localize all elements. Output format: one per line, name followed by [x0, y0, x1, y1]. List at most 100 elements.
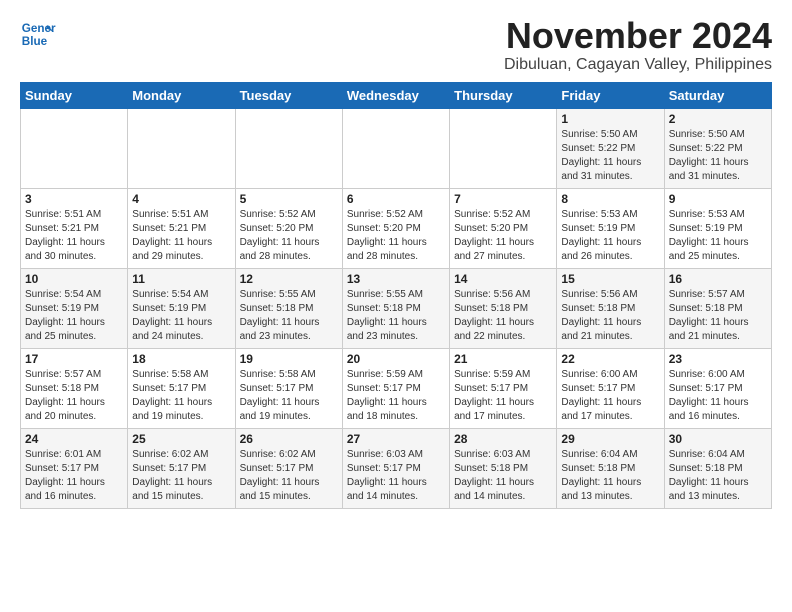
calendar-cell: [235, 108, 342, 188]
title-block: November 2024 Dibuluan, Cagayan Valley, …: [504, 16, 772, 74]
calendar-cell: [450, 108, 557, 188]
calendar-cell: 11 Sunrise: 5:54 AM Sunset: 5:19 PM Dayli…: [128, 268, 235, 348]
day-number: 30: [669, 432, 767, 446]
day-number: 4: [132, 192, 230, 206]
calendar-header-row: SundayMondayTuesdayWednesdayThursdayFrid…: [21, 82, 772, 108]
calendar-cell: 6 Sunrise: 5:52 AM Sunset: 5:20 PM Daylig…: [342, 188, 449, 268]
day-number: 9: [669, 192, 767, 206]
month-title: November 2024: [504, 16, 772, 56]
day-info: Sunrise: 6:04 AM Sunset: 5:18 PM Dayligh…: [669, 448, 767, 504]
day-info: Sunrise: 6:04 AM Sunset: 5:18 PM Dayligh…: [561, 448, 659, 504]
day-number: 19: [240, 352, 338, 366]
calendar-cell: 30 Sunrise: 6:04 AM Sunset: 5:18 PM Dayli…: [664, 428, 771, 508]
day-info: Sunrise: 5:50 AM Sunset: 5:22 PM Dayligh…: [669, 128, 767, 184]
day-number: 11: [132, 272, 230, 286]
calendar-cell: 9 Sunrise: 5:53 AM Sunset: 5:19 PM Daylig…: [664, 188, 771, 268]
calendar-cell: 27Sunrise: 6:03 AM Sunset: 5:17 PM Dayli…: [342, 428, 449, 508]
day-info: Sunrise: 6:01 AM Sunset: 5:17 PM Dayligh…: [25, 448, 123, 504]
weekday-header-wednesday: Wednesday: [342, 82, 449, 108]
day-info: Sunrise: 5:58 AM Sunset: 5:17 PM Dayligh…: [240, 368, 338, 424]
day-info: Sunrise: 5:53 AM Sunset: 5:19 PM Dayligh…: [669, 208, 767, 264]
day-number: 29: [561, 432, 659, 446]
day-number: 22: [561, 352, 659, 366]
calendar-week-3: 10 Sunrise: 5:54 AM Sunset: 5:19 PM Dayli…: [21, 268, 772, 348]
calendar-cell: 21 Sunrise: 5:59 AM Sunset: 5:17 PM Dayli…: [450, 348, 557, 428]
calendar-cell: [21, 108, 128, 188]
calendar-cell: 19 Sunrise: 5:58 AM Sunset: 5:17 PM Dayli…: [235, 348, 342, 428]
day-info: Sunrise: 5:50 AM Sunset: 5:22 PM Dayligh…: [561, 128, 659, 184]
calendar-week-1: 1 Sunrise: 5:50 AM Sunset: 5:22 PM Daylig…: [21, 108, 772, 188]
weekday-header-friday: Friday: [557, 82, 664, 108]
weekday-header-tuesday: Tuesday: [235, 82, 342, 108]
day-info: Sunrise: 5:55 AM Sunset: 5:18 PM Dayligh…: [347, 288, 445, 344]
logo-icon: General Blue: [20, 16, 56, 52]
calendar-cell: 15 Sunrise: 5:56 AM Sunset: 5:18 PM Dayli…: [557, 268, 664, 348]
day-number: 25: [132, 432, 230, 446]
calendar-cell: 17 Sunrise: 5:57 AM Sunset: 5:18 PM Dayli…: [21, 348, 128, 428]
calendar-cell: 24 Sunrise: 6:01 AM Sunset: 5:17 PM Dayli…: [21, 428, 128, 508]
day-info: Sunrise: 6:03 AM Sunset: 5:17 PM Dayligh…: [347, 448, 445, 504]
calendar-cell: 3 Sunrise: 5:51 AM Sunset: 5:21 PM Daylig…: [21, 188, 128, 268]
calendar-cell: 16Sunrise: 5:57 AM Sunset: 5:18 PM Dayli…: [664, 268, 771, 348]
calendar-cell: 10 Sunrise: 5:54 AM Sunset: 5:19 PM Dayli…: [21, 268, 128, 348]
day-number: 3: [25, 192, 123, 206]
day-info: Sunrise: 5:55 AM Sunset: 5:18 PM Dayligh…: [240, 288, 338, 344]
calendar-cell: 13 Sunrise: 5:55 AM Sunset: 5:18 PM Dayli…: [342, 268, 449, 348]
calendar-cell: 12 Sunrise: 5:55 AM Sunset: 5:18 PM Dayli…: [235, 268, 342, 348]
calendar-cell: 25 Sunrise: 6:02 AM Sunset: 5:17 PM Dayli…: [128, 428, 235, 508]
day-info: Sunrise: 6:00 AM Sunset: 5:17 PM Dayligh…: [669, 368, 767, 424]
day-number: 15: [561, 272, 659, 286]
calendar-cell: 28Sunrise: 6:03 AM Sunset: 5:18 PM Dayli…: [450, 428, 557, 508]
logo: General Blue: [20, 16, 56, 52]
calendar-cell: [128, 108, 235, 188]
weekday-header-saturday: Saturday: [664, 82, 771, 108]
day-number: 28: [454, 432, 552, 446]
day-info: Sunrise: 5:51 AM Sunset: 5:21 PM Dayligh…: [132, 208, 230, 264]
calendar-cell: 20Sunrise: 5:59 AM Sunset: 5:17 PM Dayli…: [342, 348, 449, 428]
day-number: 12: [240, 272, 338, 286]
day-number: 10: [25, 272, 123, 286]
calendar-table: SundayMondayTuesdayWednesdayThursdayFrid…: [20, 82, 772, 509]
day-number: 2: [669, 112, 767, 126]
calendar-week-2: 3 Sunrise: 5:51 AM Sunset: 5:21 PM Daylig…: [21, 188, 772, 268]
day-info: Sunrise: 5:52 AM Sunset: 5:20 PM Dayligh…: [240, 208, 338, 264]
day-number: 23: [669, 352, 767, 366]
day-number: 17: [25, 352, 123, 366]
calendar-body: 1 Sunrise: 5:50 AM Sunset: 5:22 PM Daylig…: [21, 108, 772, 508]
day-number: 5: [240, 192, 338, 206]
day-info: Sunrise: 5:57 AM Sunset: 5:18 PM Dayligh…: [25, 368, 123, 424]
weekday-header-thursday: Thursday: [450, 82, 557, 108]
svg-text:Blue: Blue: [22, 35, 48, 48]
day-info: Sunrise: 5:56 AM Sunset: 5:18 PM Dayligh…: [561, 288, 659, 344]
day-info: Sunrise: 6:02 AM Sunset: 5:17 PM Dayligh…: [132, 448, 230, 504]
day-info: Sunrise: 5:54 AM Sunset: 5:19 PM Dayligh…: [132, 288, 230, 344]
day-info: Sunrise: 5:59 AM Sunset: 5:17 PM Dayligh…: [454, 368, 552, 424]
calendar-cell: 7Sunrise: 5:52 AM Sunset: 5:20 PM Daylig…: [450, 188, 557, 268]
weekday-header-sunday: Sunday: [21, 82, 128, 108]
calendar-cell: 18Sunrise: 5:58 AM Sunset: 5:17 PM Dayli…: [128, 348, 235, 428]
calendar-cell: 8Sunrise: 5:53 AM Sunset: 5:19 PM Daylig…: [557, 188, 664, 268]
svg-text:General: General: [22, 22, 56, 35]
calendar-cell: 26Sunrise: 6:02 AM Sunset: 5:17 PM Dayli…: [235, 428, 342, 508]
day-number: 8: [561, 192, 659, 206]
calendar-cell: 2 Sunrise: 5:50 AM Sunset: 5:22 PM Daylig…: [664, 108, 771, 188]
day-info: Sunrise: 5:54 AM Sunset: 5:19 PM Dayligh…: [25, 288, 123, 344]
day-number: 1: [561, 112, 659, 126]
calendar-cell: 29 Sunrise: 6:04 AM Sunset: 5:18 PM Dayli…: [557, 428, 664, 508]
calendar-cell: 1 Sunrise: 5:50 AM Sunset: 5:22 PM Daylig…: [557, 108, 664, 188]
calendar-cell: [342, 108, 449, 188]
day-info: Sunrise: 5:51 AM Sunset: 5:21 PM Dayligh…: [25, 208, 123, 264]
location-title: Dibuluan, Cagayan Valley, Philippines: [504, 56, 772, 74]
day-number: 6: [347, 192, 445, 206]
day-info: Sunrise: 5:52 AM Sunset: 5:20 PM Dayligh…: [347, 208, 445, 264]
calendar-cell: 4 Sunrise: 5:51 AM Sunset: 5:21 PM Daylig…: [128, 188, 235, 268]
day-info: Sunrise: 5:52 AM Sunset: 5:20 PM Dayligh…: [454, 208, 552, 264]
calendar-cell: 23 Sunrise: 6:00 AM Sunset: 5:17 PM Dayli…: [664, 348, 771, 428]
day-number: 24: [25, 432, 123, 446]
calendar-week-5: 24 Sunrise: 6:01 AM Sunset: 5:17 PM Dayli…: [21, 428, 772, 508]
day-number: 13: [347, 272, 445, 286]
calendar-cell: 14Sunrise: 5:56 AM Sunset: 5:18 PM Dayli…: [450, 268, 557, 348]
day-number: 21: [454, 352, 552, 366]
weekday-header-monday: Monday: [128, 82, 235, 108]
day-info: Sunrise: 5:57 AM Sunset: 5:18 PM Dayligh…: [669, 288, 767, 344]
